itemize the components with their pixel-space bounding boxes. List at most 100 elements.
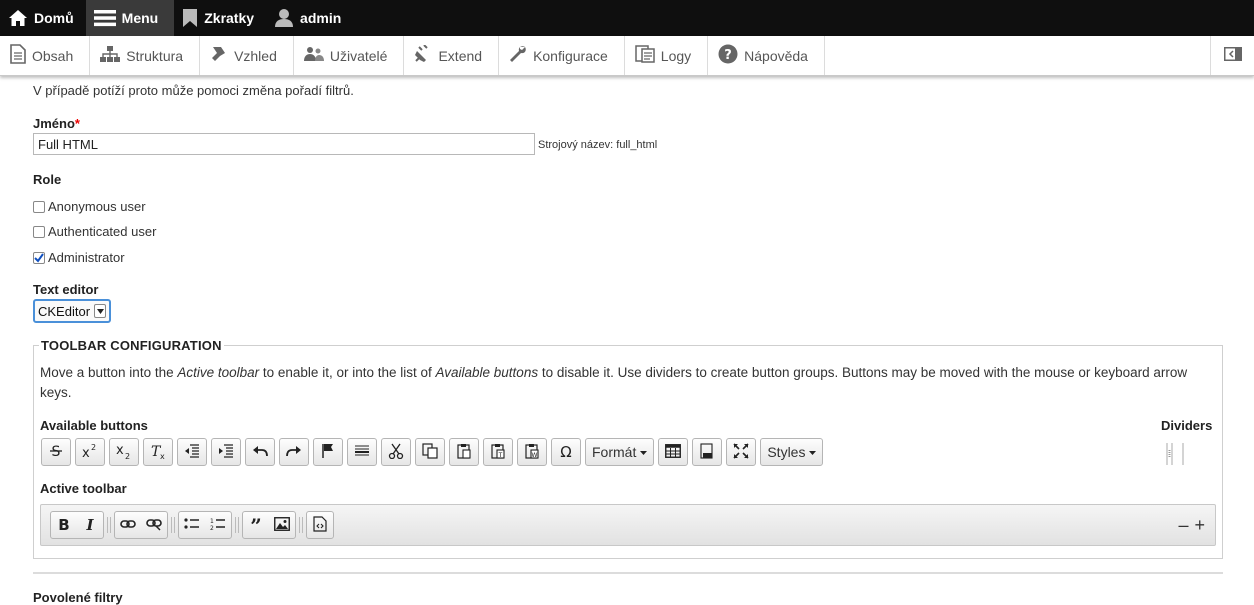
tray-orientation-toggle[interactable] [1210,36,1254,75]
available-buttons: S x2 x2 Tx T W Ω Formát Styles [41,438,824,466]
enabled-filters-label: Povolené filtry [33,590,123,605]
bulleted-list-icon [184,517,200,534]
show-blocks-icon [699,442,715,462]
people-icon [303,46,324,65]
paste-from-word-button[interactable]: W [517,438,547,466]
bulleted-list-button[interactable] [179,512,205,538]
toolbar-menu[interactable]: Menu [85,0,175,36]
tray-item-structure[interactable]: Struktura [90,36,201,75]
tray-item-appearance[interactable]: Vzhled [200,36,294,75]
anchor-button[interactable] [313,438,343,466]
svg-text:Ω: Ω [560,443,571,459]
horizontal-line-button[interactable] [347,438,377,466]
strikethrough-icon: S [48,443,64,462]
strikethrough-button[interactable]: S [41,438,71,466]
toolbar-home[interactable]: Domů [0,0,86,36]
outdent-button[interactable] [177,438,207,466]
sitemap-icon [100,46,121,65]
image-button[interactable] [269,512,295,538]
role-authenticated[interactable]: Authenticated user [33,224,156,239]
toolbar-configuration-legend: TOOLBAR CONFIGURATION [39,338,224,353]
desc-part: to enable it, or into the list of [259,365,436,380]
remove-format-button[interactable]: Tx [143,438,173,466]
link-button[interactable] [115,512,141,538]
admin-tray: Obsah Struktura Vzhled Uživatelé Extend … [0,36,1254,76]
styles-dropdown-button[interactable]: Styles [760,438,824,466]
home-icon [8,9,28,27]
tray-item-label: Uživatelé [329,47,388,64]
group-separator [107,517,111,533]
link-icon [120,518,136,533]
italic-button[interactable]: I [77,512,103,538]
maximize-icon [733,442,749,462]
filter-order-note: V případě potíží proto může pomoci změna… [33,83,354,98]
tray-item-help[interactable]: ? Nápověda [708,36,825,75]
plug-icon [414,44,432,66]
desc-available: Available buttons [435,365,539,380]
numbered-list-icon: 12 [210,517,226,534]
italic-icon: I [83,516,97,535]
cut-button[interactable] [381,438,411,466]
svg-text:x: x [82,446,90,459]
bold-button[interactable]: B [51,512,77,538]
name-input[interactable] [33,133,535,155]
indent-icon [218,443,234,461]
user-icon [274,8,294,28]
tray-item-config[interactable]: Konfigurace [499,36,625,75]
remove-row-button[interactable]: – [1178,516,1188,534]
outdent-icon [184,443,200,461]
remove-format-icon: Tx [149,443,167,462]
omega-icon: Ω [558,443,574,462]
subscript-button[interactable]: x2 [109,438,139,466]
checkbox-authenticated[interactable] [33,225,45,238]
checkbox-anonymous[interactable] [33,200,45,213]
blockquote-button[interactable]: ” [243,512,269,538]
tray-item-people[interactable]: Uživatelé [294,36,405,75]
role-label: Role [33,172,62,187]
checkmark-icon [34,252,44,263]
special-char-button[interactable]: Ω [551,438,581,466]
source-button[interactable] [307,512,333,538]
superscript-button[interactable]: x2 [75,438,105,466]
toolbar-user[interactable]: admin [266,0,353,36]
undo-button[interactable] [245,438,275,466]
checkbox-administrator[interactable] [33,251,45,264]
role-administrator[interactable]: Administrator [33,250,125,265]
redo-button[interactable] [279,438,309,466]
name-label: Jméno* [33,116,80,131]
row-controls: – + [1178,516,1205,534]
text-editor-select[interactable]: CKEditor [33,299,112,323]
add-row-button[interactable]: + [1194,516,1205,534]
desc-active: Active toolbar [177,365,260,380]
divider-item[interactable] [1164,442,1188,467]
svg-text:1: 1 [210,518,214,525]
paint-roller-icon [210,45,228,66]
clipboard-icon [456,443,472,462]
image-icon [274,516,290,534]
maximize-button[interactable] [726,438,757,466]
superscript-icon: x2 [81,443,99,462]
unlink-button[interactable] [141,512,167,538]
numbered-list-button[interactable]: 12 [205,512,231,538]
format-label: Formát [592,444,637,460]
svg-text:x: x [160,452,165,459]
indent-button[interactable] [211,438,241,466]
tray-item-reports[interactable]: Logy [625,36,709,75]
group-separator [171,517,175,533]
dividers-label: Dividers [1161,418,1213,433]
table-button[interactable] [658,438,689,466]
horizontal-line-icon [354,444,370,461]
tray-item-extend[interactable]: Extend [404,36,500,75]
tray-item-label: Konfigurace [533,47,608,64]
show-blocks-button[interactable] [692,438,723,466]
copy-button[interactable] [415,438,445,466]
paste-text-button[interactable]: T [483,438,513,466]
tray-item-content[interactable]: Obsah [0,36,91,75]
svg-text:2: 2 [210,525,214,531]
format-dropdown-button[interactable]: Formát [585,438,655,466]
toolbar-shortcuts[interactable]: Zkratky [174,0,266,36]
available-buttons-label: Available buttons [40,418,148,433]
paste-button[interactable] [449,438,479,466]
svg-text:2: 2 [125,452,130,459]
role-anonymous[interactable]: Anonymous user [33,199,146,214]
